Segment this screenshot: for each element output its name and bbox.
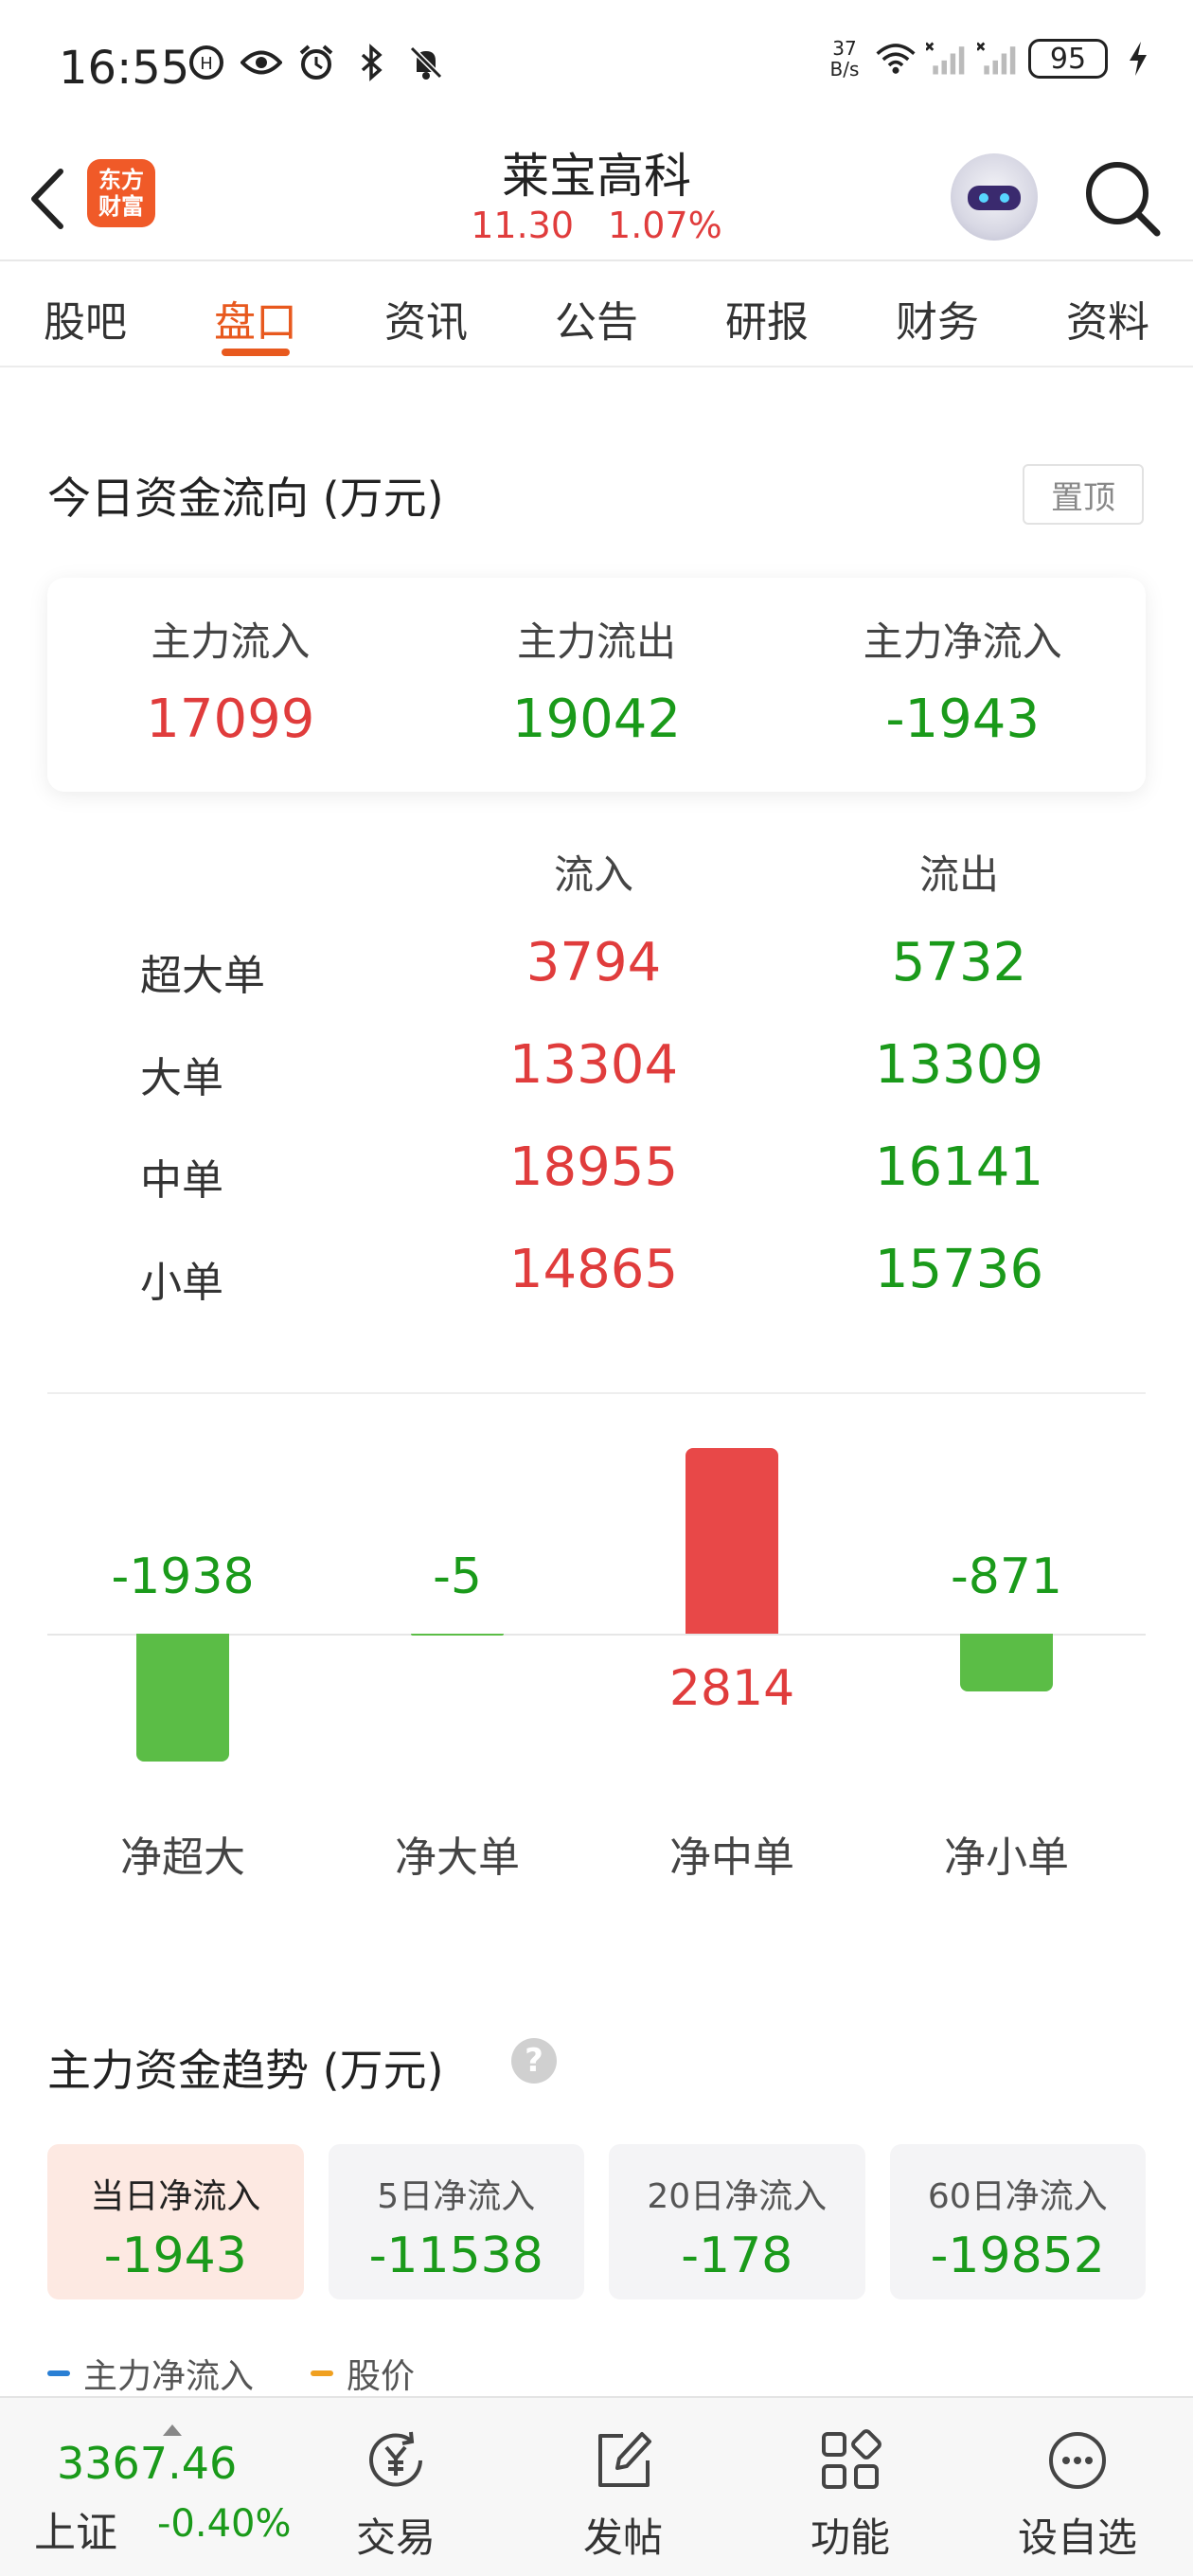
chart-data-label: -5 — [433, 1548, 482, 1605]
fund-flow-title: 今日资金流向 (万元) — [47, 473, 444, 524]
tab-guba[interactable]: 股吧 — [0, 261, 170, 366]
legend-swatch — [311, 2370, 334, 2376]
stock-price: 11.30 — [471, 205, 575, 246]
column-header-inflow: 流入 — [553, 851, 633, 898]
stock-tabs: 股吧 盘口 资讯 公告 研报 财务 资料 — [0, 261, 1193, 367]
period-tabs: 当日净流入 -1943 5日净流入 -11538 20日净流入 -178 60日… — [47, 2144, 1146, 2299]
main-net-inflow-value: -1943 — [885, 689, 1041, 750]
table-row: 大单 13304 13309 — [0, 1030, 1193, 1116]
tab-research[interactable]: 研报 — [682, 261, 852, 366]
trend-title: 主力资金趋势 (万元) — [47, 2045, 444, 2096]
market-index-ticker[interactable]: 3367.46 上证 -0.40% — [34, 2417, 299, 2568]
outflow-value: 15736 — [874, 1239, 1044, 1300]
status-right: 37 B/s 95 — [824, 38, 1159, 80]
pin-to-top-button[interactable]: 置顶 — [1023, 464, 1144, 525]
legend-swatch — [47, 2370, 70, 2376]
chart-data-label: -871 — [950, 1548, 1062, 1605]
legend-stock-price: 股价 — [311, 2349, 415, 2398]
nav-trade-button[interactable]: 交易 — [311, 2417, 481, 2568]
chart-bar — [686, 1448, 778, 1634]
alarm-icon — [295, 42, 337, 83]
nav-add-watchlist-button[interactable]: 设自选 — [992, 2417, 1163, 2568]
chart-category-label: 净小单 — [944, 1834, 1069, 1882]
ai-assistant-robot-icon[interactable] — [951, 153, 1038, 241]
status-bar: 16:55 H 37 B/s 95 — [0, 0, 1193, 133]
inflow-value: 13304 — [508, 1034, 679, 1096]
wifi-icon — [875, 38, 917, 80]
divider — [47, 1392, 1146, 1394]
legend-main-net-inflow: 主力净流入 — [47, 2349, 254, 2398]
table-row: 中单 18955 16141 — [0, 1133, 1193, 1218]
bottom-navigation: 3367.46 上证 -0.40% 交易 发帖 功能 设自选 — [0, 2396, 1193, 2576]
chart-category-label: 净中单 — [669, 1834, 794, 1882]
help-question-icon[interactable]: ? — [511, 2038, 557, 2084]
net-flow-bar-chart: -1938 净超大 -5 净大单 2814 净中单 -871 净小单 — [0, 1402, 1193, 1932]
inflow-value: 18955 — [508, 1136, 679, 1198]
main-outflow-value: 19042 — [511, 689, 682, 750]
search-button[interactable] — [1079, 155, 1165, 241]
index-name: 上证 — [34, 2509, 117, 2557]
main-net-inflow: 主力净流入 -1943 — [779, 578, 1146, 792]
tab-announcements[interactable]: 公告 — [511, 261, 682, 366]
signal-1-icon — [926, 38, 968, 80]
period-tab-20d[interactable]: 20日净流入 -178 — [609, 2144, 865, 2299]
status-icons: H — [186, 42, 447, 83]
signal-2-icon — [977, 38, 1019, 80]
main-inflow-value: 17099 — [146, 689, 315, 750]
trade-yen-icon — [362, 2426, 430, 2495]
search-icon — [1086, 162, 1161, 237]
index-change: -0.40% — [157, 2502, 292, 2546]
order-size-label: 中单 — [140, 1156, 223, 1205]
grid-apps-icon — [816, 2426, 884, 2495]
nav-post-button[interactable]: 发帖 — [538, 2417, 708, 2568]
main-inflow: 主力流入 17099 — [47, 578, 414, 792]
chart-category-label: 净大单 — [395, 1834, 520, 1882]
order-size-label: 超大单 — [140, 952, 265, 1000]
table-row: 小单 14865 15736 — [0, 1235, 1193, 1320]
stock-header: 东方 财富 莱宝高科 11.30 1.07% — [0, 133, 1193, 261]
period-tab-60d[interactable]: 60日净流入 -19852 — [889, 2144, 1146, 2299]
charging-icon — [1117, 38, 1159, 80]
index-value: 3367.46 — [57, 2438, 238, 2489]
chart-bar — [136, 1634, 229, 1762]
chart-bar — [960, 1634, 1053, 1691]
battery-indicator: 95 — [1028, 39, 1108, 79]
hd-call-icon: H — [186, 42, 227, 83]
tab-finance[interactable]: 财务 — [852, 261, 1023, 366]
chart-data-label: 2814 — [668, 1660, 795, 1717]
tab-news[interactable]: 资讯 — [341, 261, 511, 366]
compose-icon — [589, 2426, 657, 2495]
inflow-value: 14865 — [508, 1239, 679, 1300]
trend-legend: 主力净流入 股价 — [47, 2349, 415, 2398]
period-tab-1d[interactable]: 当日净流入 -1943 — [47, 2144, 304, 2299]
chart-data-label: -1938 — [111, 1548, 255, 1605]
status-time: 16:55 — [59, 42, 190, 95]
svg-text:H: H — [200, 54, 213, 74]
mute-bell-icon — [405, 42, 447, 83]
tab-pankou[interactable]: 盘口 — [170, 261, 341, 366]
fund-flow-summary-card: 主力流入 17099 主力流出 19042 主力净流入 -1943 — [47, 578, 1146, 792]
chart-category-label: 净超大 — [120, 1834, 245, 1882]
eye-icon — [240, 42, 282, 83]
outflow-value: 16141 — [874, 1136, 1044, 1198]
more-dots-icon — [1043, 2426, 1112, 2495]
chart-bar — [411, 1634, 504, 1636]
nav-functions-button[interactable]: 功能 — [765, 2417, 935, 2568]
order-size-label: 小单 — [140, 1259, 223, 1307]
period-tab-5d[interactable]: 5日净流入 -11538 — [328, 2144, 584, 2299]
main-outflow: 主力流出 19042 — [414, 578, 780, 792]
column-header-outflow: 流出 — [918, 851, 999, 898]
inflow-value: 3794 — [525, 932, 662, 993]
stock-change-pct: 1.07% — [608, 205, 722, 246]
bluetooth-icon — [350, 42, 392, 83]
table-row: 超大单 3794 5732 — [0, 928, 1193, 1013]
tab-profile[interactable]: 资料 — [1023, 261, 1193, 366]
net-speed: 37 B/s — [829, 37, 860, 80]
outflow-value: 13309 — [874, 1034, 1044, 1096]
order-size-label: 大单 — [140, 1054, 223, 1102]
outflow-value: 5732 — [891, 932, 1027, 993]
caret-up-icon — [163, 2424, 182, 2436]
